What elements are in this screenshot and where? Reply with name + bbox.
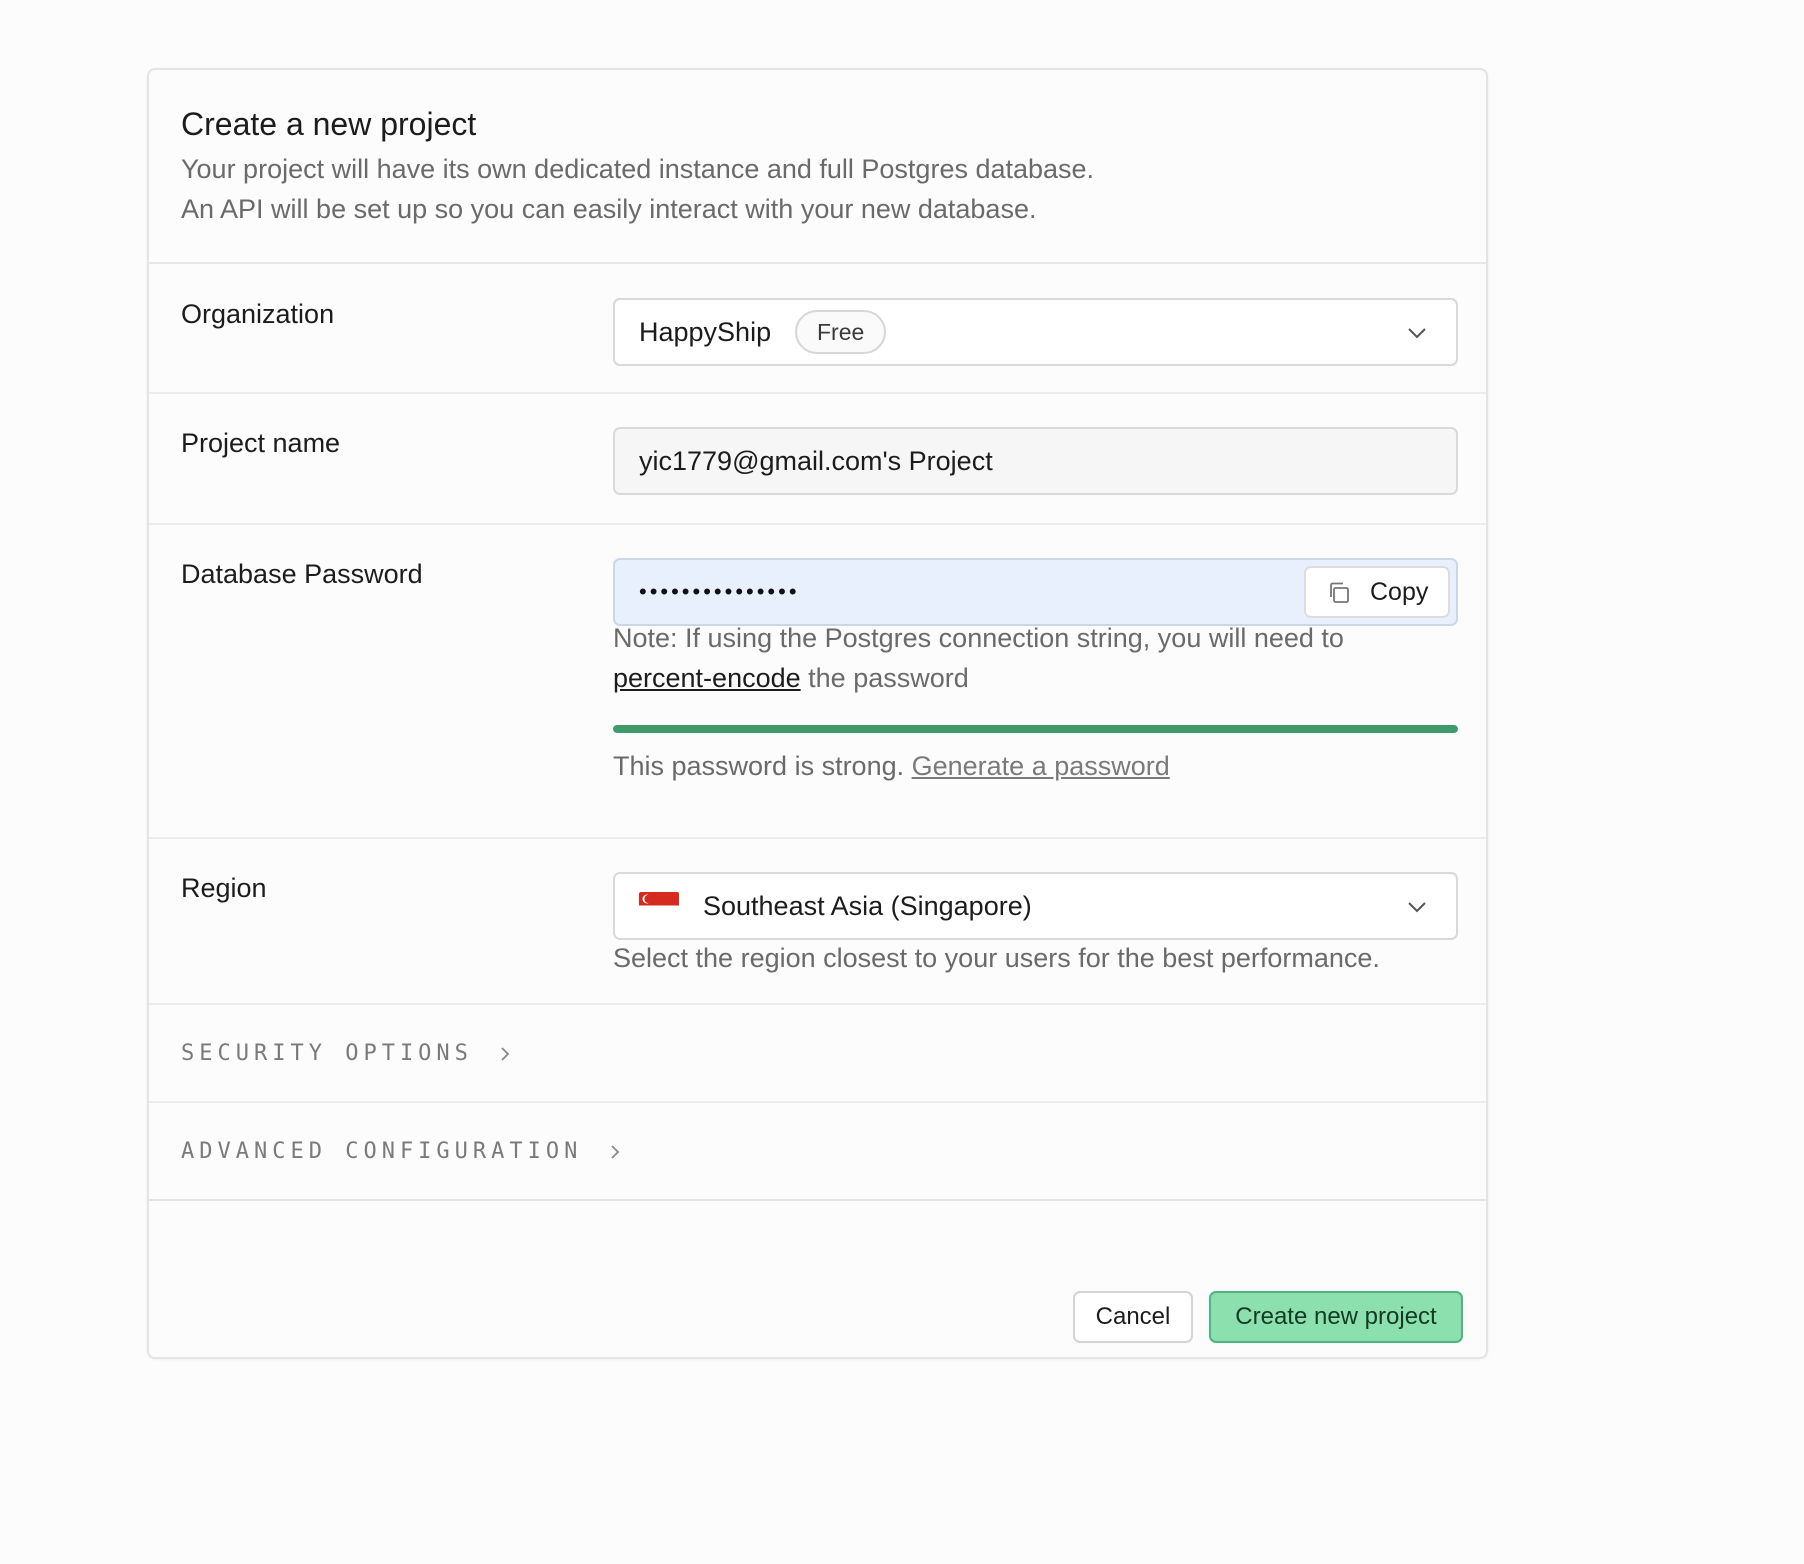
password-strength-bar	[613, 725, 1458, 733]
password-note-prefix: Note: If using the Postgres connection s…	[613, 623, 1344, 653]
advanced-configuration-label: ADVANCED CONFIGURATION	[181, 1139, 583, 1164]
percent-encode-link[interactable]: percent-encode	[613, 663, 801, 693]
region-label: Region	[181, 873, 267, 903]
password-strength-text: This password is strong.	[613, 751, 905, 781]
singapore-flag-icon	[639, 892, 679, 919]
chevron-down-icon	[1408, 328, 1426, 339]
password-masked-value: •••••••••••••••	[639, 579, 800, 604]
region-help-text: Select the region closest to your users …	[613, 943, 1380, 973]
page-description-line2: An API will be set up so you can easily …	[181, 194, 1037, 224]
security-options-label: SECURITY OPTIONS	[181, 1041, 473, 1066]
security-options-toggle[interactable]: SECURITY OPTIONS	[181, 1041, 513, 1066]
database-password-row: Database Password ••••••••••••••• Copy N…	[149, 525, 1486, 839]
chevron-down-icon	[1408, 902, 1426, 913]
region-select[interactable]: Southeast Asia (Singapore)	[613, 872, 1458, 940]
organization-label: Organization	[181, 299, 335, 329]
copy-button-label: Copy	[1370, 578, 1429, 606]
security-options-section[interactable]: SECURITY OPTIONS	[149, 1005, 1486, 1103]
cancel-button[interactable]: Cancel	[1073, 1291, 1193, 1343]
project-name-value: yic1779@gmail.com's Project	[639, 446, 993, 476]
password-strength-fill	[613, 725, 1458, 733]
create-project-button[interactable]: Create new project	[1209, 1291, 1463, 1343]
password-note-line1: Note: If using the Postgres connection s…	[613, 623, 1344, 654]
organization-select[interactable]: HappyShip Free	[613, 298, 1458, 366]
database-password-input[interactable]: ••••••••••••••• Copy	[613, 558, 1458, 626]
copy-icon	[1330, 582, 1349, 603]
chevron-right-icon	[611, 1145, 619, 1159]
generate-password-link[interactable]: Generate a password	[912, 751, 1170, 781]
database-password-label: Database Password	[181, 559, 423, 589]
advanced-configuration-toggle[interactable]: ADVANCED CONFIGURATION	[181, 1139, 623, 1164]
project-name-label: Project name	[181, 428, 341, 458]
organization-row: Organization HappyShip Free	[149, 264, 1486, 394]
create-project-card: Create a new project Your project will h…	[147, 68, 1488, 1359]
password-strength-message: This password is strong. Generate a pass…	[613, 751, 1170, 782]
organization-value: HappyShip	[639, 317, 772, 347]
advanced-configuration-section[interactable]: ADVANCED CONFIGURATION	[149, 1103, 1486, 1201]
password-note-suffix: the password	[808, 663, 969, 693]
region-row: Region Southeast Asia (Singapore) Select…	[149, 839, 1486, 1005]
chevron-right-icon	[501, 1047, 510, 1061]
project-name-input[interactable]: yic1779@gmail.com's Project	[613, 427, 1458, 495]
password-note-line2: percent-encode the password	[613, 663, 969, 694]
page-description-line1: Your project will have its own dedicated…	[181, 154, 1095, 184]
page-title: Create a new project	[181, 106, 477, 142]
project-name-row: Project name yic1779@gmail.com's Project	[149, 394, 1486, 525]
region-value: Southeast Asia (Singapore)	[703, 891, 1032, 921]
card-header: Create a new project Your project will h…	[149, 70, 1486, 264]
copy-password-button[interactable]: Copy	[1304, 566, 1450, 618]
plan-badge: Free	[795, 310, 887, 354]
